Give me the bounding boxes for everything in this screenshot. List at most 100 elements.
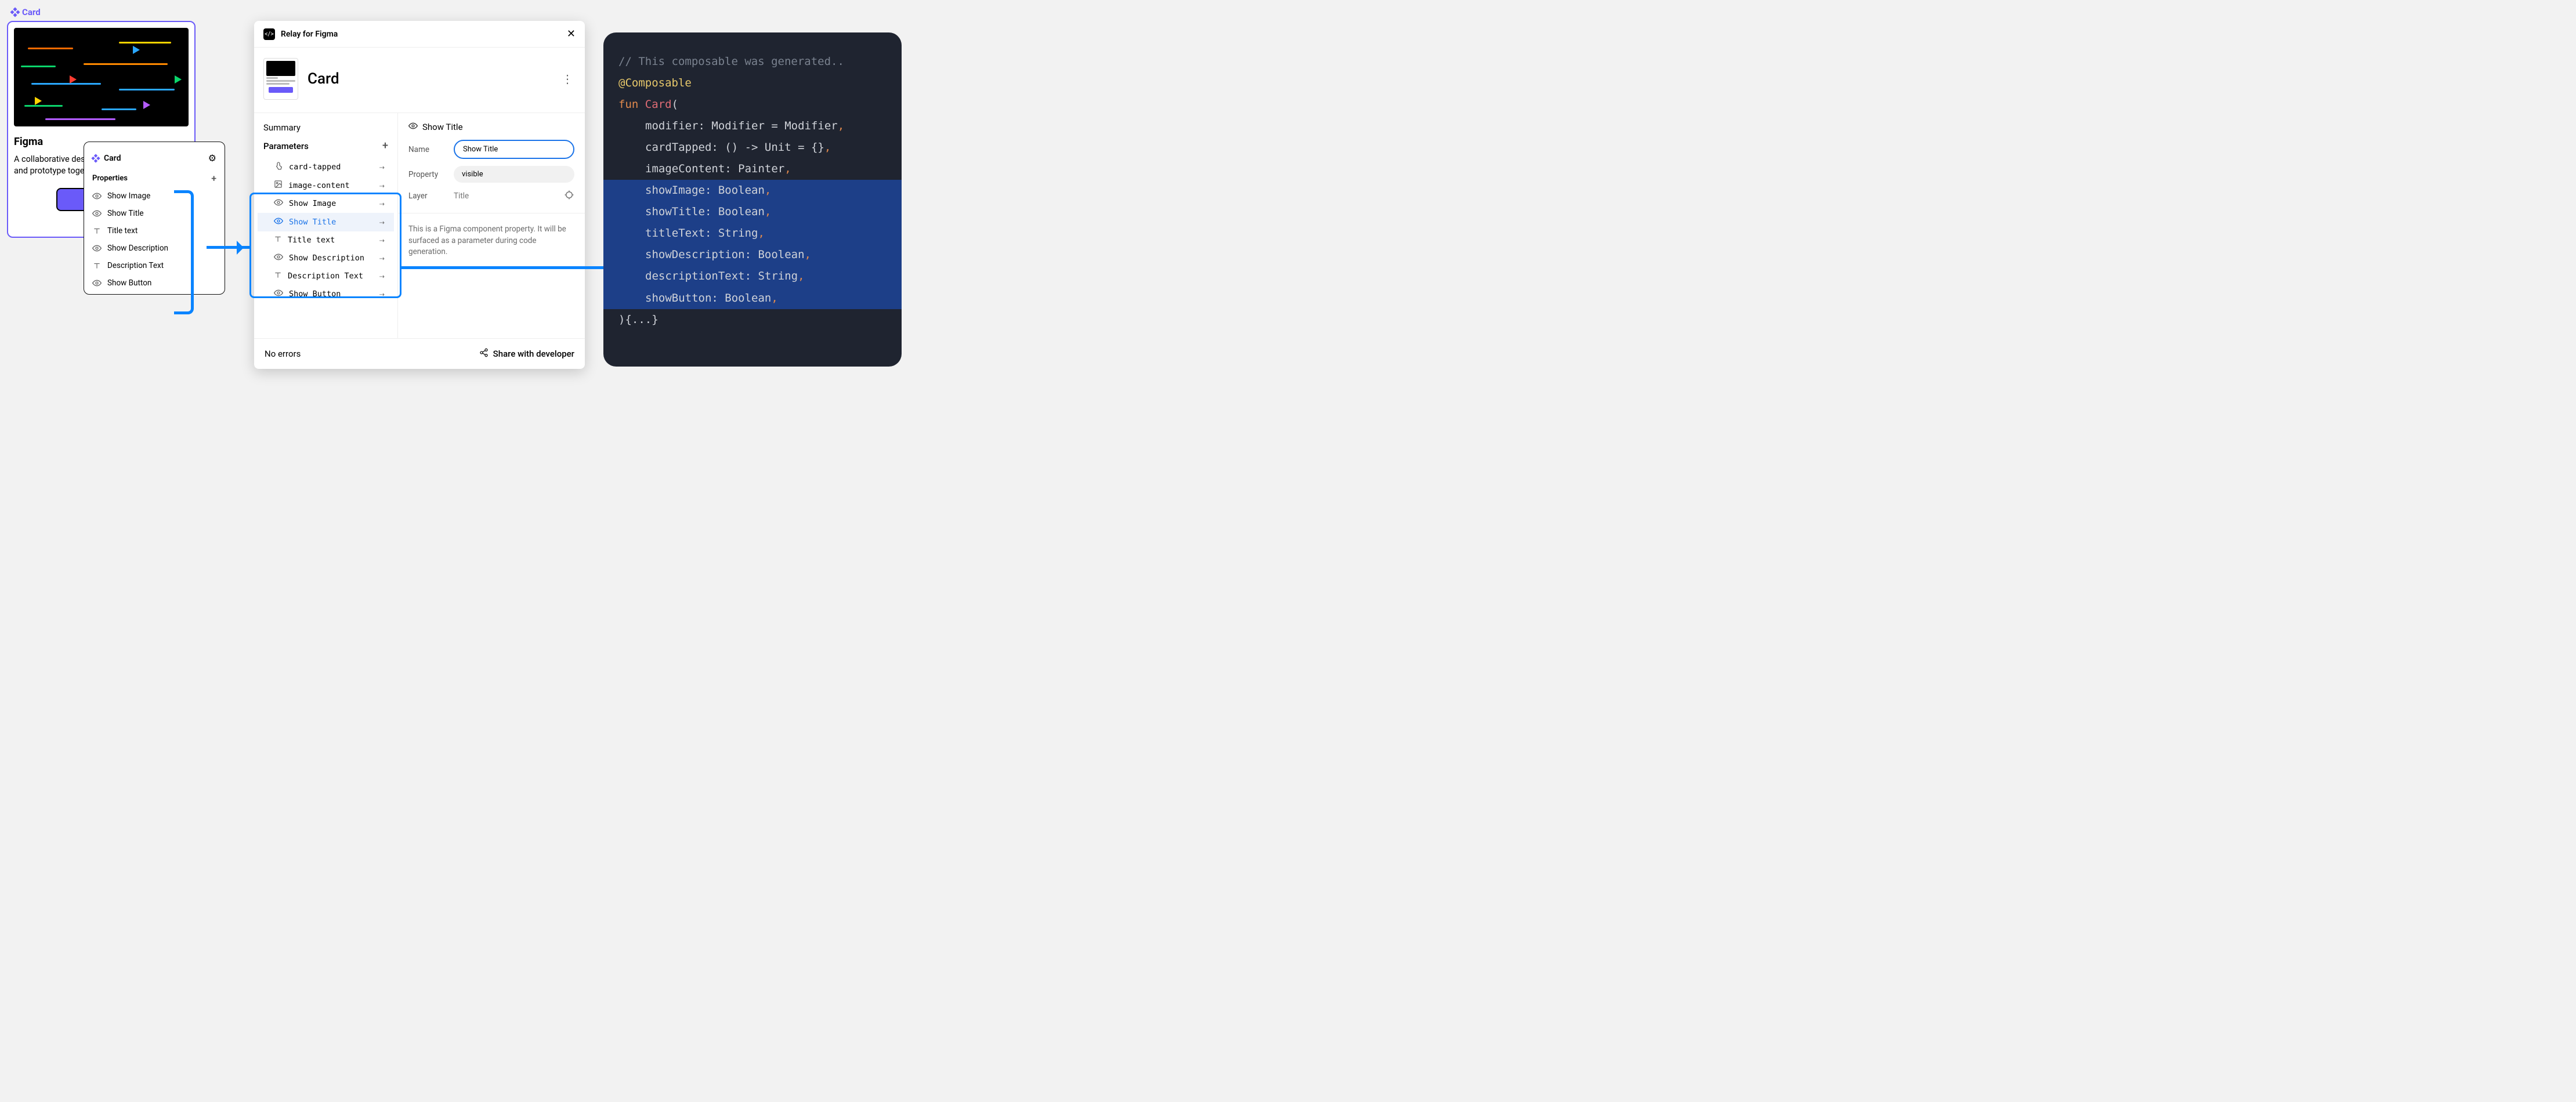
component-icon <box>10 8 20 17</box>
code-param-line: showImage: Boolean, <box>603 180 902 201</box>
layer-value: Title <box>454 191 469 201</box>
property-row[interactable]: Show Title <box>84 205 225 222</box>
arrow-out-icon: ⇢ <box>379 180 385 191</box>
property-row[interactable]: Description Text <box>84 257 225 274</box>
arrow-out-icon: ⇢ <box>379 162 385 172</box>
parameter-row[interactable]: image-content ⇢ <box>258 176 394 194</box>
image-icon <box>274 180 283 191</box>
eye-icon <box>274 288 283 300</box>
property-row[interactable]: Show Description <box>84 240 225 257</box>
arrow-out-icon: ⇢ <box>379 217 385 227</box>
annotation-bracket <box>174 190 194 314</box>
parameter-label: Show Description <box>289 253 364 263</box>
property-value[interactable]: visible <box>454 166 574 183</box>
property-row[interactable]: Show Image <box>84 187 225 205</box>
add-property-button[interactable]: + <box>211 173 216 184</box>
eye-icon <box>92 244 102 253</box>
property-label: Show Button <box>107 278 151 288</box>
name-label: Name <box>408 145 447 154</box>
property-label: Show Image <box>107 191 150 201</box>
text-icon <box>274 235 282 245</box>
figma-properties-panel: Card ⚙ Properties + Show Image Show Title… <box>84 142 225 295</box>
property-row[interactable]: Show Button <box>84 274 225 292</box>
parameter-label: Title text <box>288 235 335 245</box>
detail-title: Show Title <box>422 122 463 132</box>
code-param-line: showDescription: Boolean, <box>603 244 902 266</box>
component-icon <box>91 154 100 162</box>
property-row[interactable]: Title text <box>84 222 225 240</box>
property-label: Show Description <box>107 244 168 253</box>
parameter-row[interactable]: Show Description ⇢ <box>258 249 394 267</box>
relay-plugin-name: Relay for Figma <box>281 30 338 39</box>
parameter-label: Show Title <box>289 217 336 227</box>
relay-panel: </> Relay for Figma ✕ Card ⋮ Summary Par… <box>254 21 585 369</box>
parameter-row[interactable]: Show Image ⇢ <box>258 194 394 213</box>
code-comment: // This composable was generated.. <box>618 51 887 72</box>
target-icon[interactable] <box>564 190 574 202</box>
share-icon <box>479 348 489 360</box>
code-param-line: showTitle: Boolean, <box>603 201 902 223</box>
eye-icon <box>92 278 102 288</box>
eye-icon <box>408 121 418 133</box>
parameter-row[interactable]: Description Text ⇢ <box>258 267 394 285</box>
eye-icon <box>274 198 283 209</box>
property-label: Title text <box>107 226 138 235</box>
tap-icon <box>274 161 283 173</box>
code-param-line: showButton: Boolean, <box>603 288 902 309</box>
arrow-out-icon: ⇢ <box>379 235 385 245</box>
parameter-row[interactable]: Show Title ⇢ <box>258 213 394 231</box>
text-icon <box>92 227 102 235</box>
layer-label: Layer <box>408 191 447 201</box>
figma-panel-title: Card <box>104 154 121 163</box>
code-param-line: modifier: Modifier = Modifier, <box>618 115 887 137</box>
code-param-line: titleText: String, <box>603 223 902 244</box>
share-with-developer-button[interactable]: Share with developer <box>479 348 574 360</box>
error-status: No errors <box>265 349 301 359</box>
share-label: Share with developer <box>493 349 574 359</box>
card-hero-image <box>14 28 189 126</box>
property-label: Property <box>408 170 447 179</box>
properties-heading: Properties <box>92 174 128 183</box>
code-param-line: imageContent: Painter, <box>618 158 887 180</box>
sliders-icon[interactable]: ⚙ <box>208 153 216 164</box>
text-icon <box>274 271 282 281</box>
eye-icon <box>274 252 283 264</box>
detail-help-text: This is a Figma component property. It w… <box>408 224 574 258</box>
annotation-arrow <box>401 266 630 269</box>
add-parameter-button[interactable]: + <box>382 140 388 152</box>
parameter-label: Description Text <box>288 271 363 281</box>
name-input[interactable]: Show Title <box>454 140 574 159</box>
annotation-arrow <box>207 246 249 249</box>
parameter-label: image-content <box>288 181 350 190</box>
summary-section[interactable]: Summary <box>254 120 397 136</box>
relay-logo-icon: </> <box>263 28 275 40</box>
code-tail: ){...} <box>618 309 887 331</box>
close-icon[interactable]: ✕ <box>567 28 576 40</box>
parameter-row[interactable]: Title text ⇢ <box>258 231 394 249</box>
parameter-label: Show Image <box>289 199 336 208</box>
parameters-heading: Parameters <box>263 141 309 151</box>
code-param-line: cardTapped: () -> Unit = {}, <box>618 137 887 158</box>
card-thumbnail <box>263 58 298 100</box>
code-fun-line: fun Card( <box>618 94 887 115</box>
relay-card-title: Card <box>307 70 339 88</box>
text-icon <box>92 262 102 270</box>
property-label: Show Title <box>107 209 144 218</box>
property-label: Description Text <box>107 261 164 270</box>
eye-icon <box>274 216 283 228</box>
code-annotation: @Composable <box>618 72 887 94</box>
kebab-menu-icon[interactable]: ⋮ <box>562 72 576 86</box>
generated-code-panel: // This composable was generated.. @Comp… <box>603 32 902 367</box>
arrow-out-icon: ⇢ <box>379 198 385 209</box>
eye-icon <box>92 209 102 218</box>
parameter-row[interactable]: Show Button ⇢ <box>258 285 394 303</box>
arrow-out-icon: ⇢ <box>379 289 385 299</box>
arrow-out-icon: ⇢ <box>379 253 385 263</box>
eye-icon <box>92 191 102 201</box>
parameter-label: Show Button <box>289 289 341 299</box>
parameter-label: card-tapped <box>289 162 341 172</box>
code-param-line: descriptionText: String, <box>603 266 902 287</box>
parameter-row[interactable]: card-tapped ⇢ <box>258 158 394 176</box>
arrow-out-icon: ⇢ <box>379 271 385 281</box>
component-tag: Card <box>12 7 41 17</box>
